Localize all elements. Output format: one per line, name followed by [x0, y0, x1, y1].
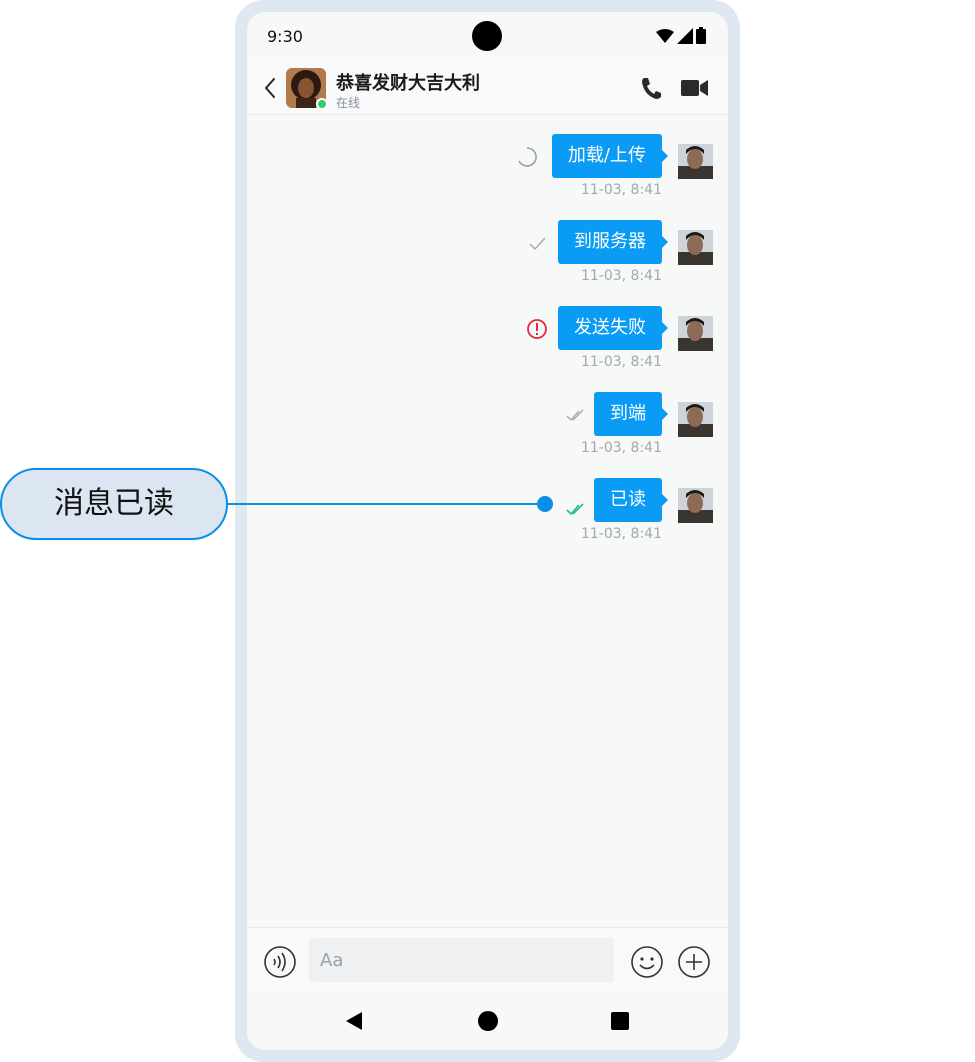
battery-icon: [696, 27, 706, 44]
nav-recent-apps-icon[interactable]: [611, 1012, 629, 1030]
message-row: 加载/上传 11-03, 8:41: [247, 134, 728, 204]
message-bubble[interactable]: 已读: [594, 478, 668, 522]
my-avatar[interactable]: [678, 144, 713, 179]
message-bubble[interactable]: 发送失败: [558, 306, 668, 350]
callout-dot: [537, 496, 553, 512]
callout-label: 消息已读: [0, 468, 228, 540]
my-avatar[interactable]: [678, 230, 713, 265]
my-avatar[interactable]: [678, 316, 713, 351]
message-time: 11-03, 8:41: [580, 182, 662, 198]
emoji-icon[interactable]: [630, 945, 664, 979]
message-bubble[interactable]: 到端: [594, 392, 668, 436]
back-icon[interactable]: [261, 74, 281, 102]
my-avatar[interactable]: [678, 402, 713, 437]
my-avatar[interactable]: [678, 488, 713, 523]
contact-presence: 在线: [336, 96, 361, 110]
status-bar: 9:30: [247, 12, 728, 60]
contact-avatar[interactable]: [286, 68, 328, 110]
wifi-icon: [656, 28, 674, 43]
message-time: 11-03, 8:41: [580, 440, 662, 456]
message-row: 发送失败 11-03, 8:41: [247, 306, 728, 376]
double-check-icon: [566, 409, 584, 422]
message-row: 到服务器 11-03, 8:41: [247, 220, 728, 290]
contact-name: 恭喜发财大吉大利: [336, 73, 480, 94]
double-check-icon: [566, 503, 584, 516]
callout-connector: [228, 503, 540, 505]
video-camera-icon[interactable]: [681, 78, 709, 98]
message-bubble[interactable]: 到服务器: [558, 220, 668, 264]
chat-screen: 9:30 恭喜发财大吉大利 在线 加载/上传 11-03, 8:41 到服务器 …: [247, 12, 728, 1050]
online-indicator: [316, 98, 328, 110]
loading-spinner-icon: [518, 147, 537, 167]
phone-icon[interactable]: [640, 76, 662, 100]
message-time: 11-03, 8:41: [580, 526, 662, 542]
voice-icon[interactable]: [263, 945, 297, 979]
error-icon[interactable]: [526, 318, 548, 340]
front-camera: [472, 21, 502, 51]
message-row: 已读 11-03, 8:41: [247, 478, 728, 548]
message-input[interactable]: [309, 938, 614, 982]
nav-home-icon[interactable]: [478, 1011, 498, 1031]
message-bubble[interactable]: 加载/上传: [551, 134, 669, 178]
input-bar: [247, 927, 728, 991]
message-row: 到端 11-03, 8:41: [247, 392, 728, 462]
chat-header: 恭喜发财大吉大利 在线: [247, 60, 728, 115]
check-icon: [529, 237, 546, 251]
status-icons: [656, 27, 706, 44]
plus-icon[interactable]: [677, 945, 711, 979]
message-time: 11-03, 8:41: [580, 268, 662, 284]
system-nav-bar: [247, 991, 728, 1050]
signal-icon: [677, 27, 693, 44]
status-time: 9:30: [267, 27, 303, 46]
nav-back-icon[interactable]: [344, 1011, 364, 1031]
message-time: 11-03, 8:41: [580, 354, 662, 370]
